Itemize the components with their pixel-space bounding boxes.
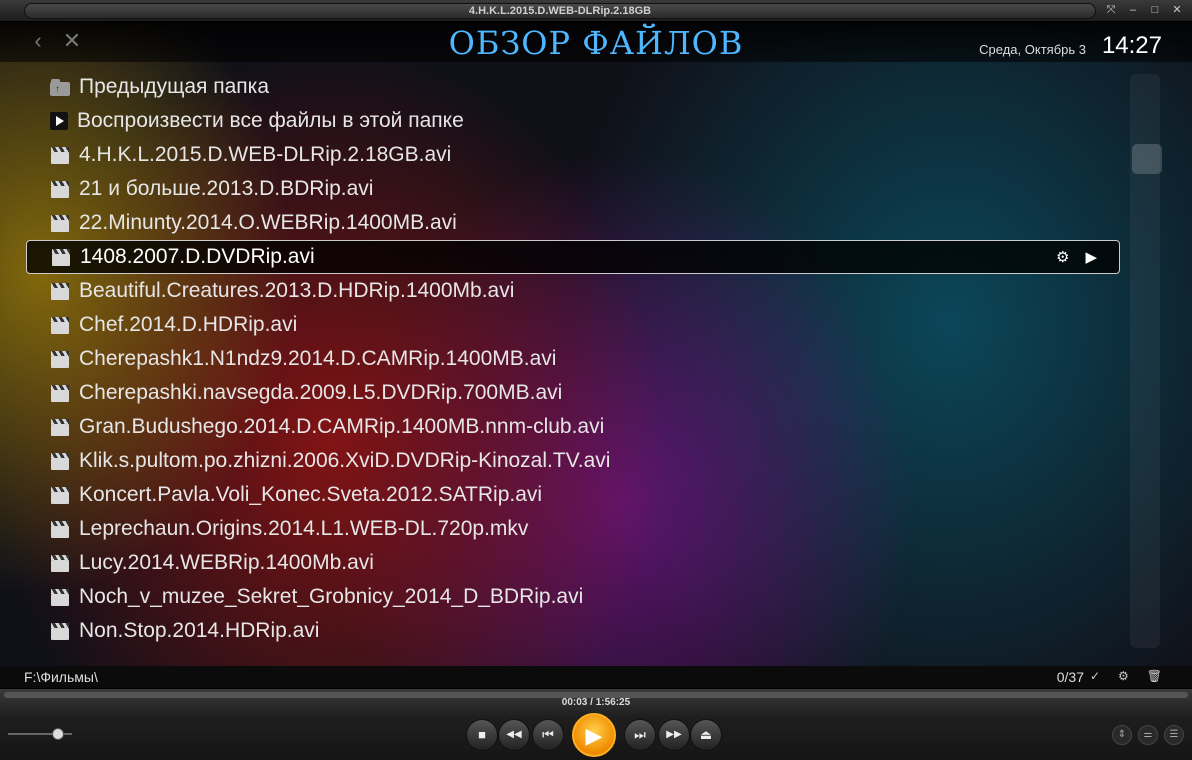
list-item-file[interactable]: 1408.2007.D.DVDRip.avi ⚙ ▶ <box>26 240 1120 274</box>
file-count: 0/37 <box>1056 669 1084 685</box>
list-item-file[interactable]: 22.Minunty.2014.O.WEBRip.1400MB.avi <box>26 206 1120 240</box>
file-name: Leprechaun.Origins.2014.L1.WEB-DL.720p.m… <box>79 517 529 540</box>
file-name: Beautiful.Creatures.2013.D.HDRip.1400Mb.… <box>79 279 515 302</box>
list-item-file[interactable]: Chef.2014.D.HDRip.avi <box>26 308 1120 342</box>
window-titlebar[interactable]: 4.H.K.L.2015.D.WEB-DLRip.2.18GB ⤧ – □ ✕ <box>0 0 1192 22</box>
fast-forward-button[interactable]: ▶▶ <box>658 719 690 751</box>
scrollbar[interactable] <box>1130 74 1162 648</box>
video-file-icon <box>50 384 70 402</box>
video-file-icon <box>50 452 70 470</box>
video-file-icon <box>50 520 70 538</box>
file-name: 1408.2007.D.DVDRip.avi <box>80 245 315 268</box>
file-name: Gran.Budushego.2014.D.CAMRip.1400MB.nnm-… <box>79 415 605 438</box>
file-browser: ‹ ✕ ОБЗОР ФАЙЛОВ Среда, Октябрь 3 14:27 … <box>0 22 1192 666</box>
list-item-file[interactable]: Leprechaun.Origins.2014.L1.WEB-DL.720p.m… <box>26 512 1120 546</box>
gear-icon[interactable]: ⚙ <box>1118 669 1129 683</box>
check-icon[interactable]: ✓ <box>1090 669 1100 683</box>
file-name: 4.H.K.L.2015.D.WEB-DLRip.2.18GB.avi <box>79 143 452 166</box>
list-item-file[interactable]: Lucy.2014.WEBRip.1400Mb.avi <box>26 546 1120 580</box>
trash-icon[interactable]: 🗑 <box>1147 669 1162 683</box>
list-item-file[interactable]: Non.Stop.2014.HDRip.avi <box>26 614 1120 648</box>
list-item-file[interactable]: 21 и больше.2013.D.BDRip.avi <box>26 172 1120 206</box>
video-file-icon <box>50 214 70 232</box>
video-file-icon <box>50 588 70 606</box>
video-file-icon <box>50 146 70 164</box>
fullscreen-icon[interactable]: ⤧ <box>1102 2 1120 19</box>
minimize-button[interactable]: – <box>1124 2 1142 19</box>
video-file-icon <box>50 486 70 504</box>
video-file-icon <box>50 554 70 572</box>
file-name: Non.Stop.2014.HDRip.avi <box>79 619 320 642</box>
status-bar: F:\Фильмы\ 0/37 ✓ ⚙ 🗑 <box>0 666 1192 688</box>
list-item-file[interactable]: Cherepashki.navsegda.2009.L5.DVDRip.700M… <box>26 376 1120 410</box>
open-file-button[interactable]: ⏏ <box>690 719 722 751</box>
video-file-icon <box>50 350 70 368</box>
current-path: F:\Фильмы\ <box>24 669 98 685</box>
list-item-file[interactable]: Koncert.Pavla.Voli_Konec.Sveta.2012.SATR… <box>26 478 1120 512</box>
next-button[interactable]: ⏭ <box>624 719 656 751</box>
date-label: Среда, Октябрь 3 <box>979 42 1086 57</box>
list-item-file[interactable]: 4.H.K.L.2015.D.WEB-DLRip.2.18GB.avi <box>26 138 1120 172</box>
scrollbar-thumb[interactable] <box>1132 144 1162 174</box>
file-name: 22.Minunty.2014.O.WEBRip.1400MB.avi <box>79 211 457 234</box>
stop-button[interactable]: ■ <box>466 719 498 751</box>
file-name: Cherepashki.navsegda.2009.L5.DVDRip.700M… <box>79 381 563 404</box>
list-item-file[interactable]: Beautiful.Creatures.2013.D.HDRip.1400Mb.… <box>26 274 1120 308</box>
video-file-icon <box>50 282 70 300</box>
time-readout: 00:03 / 1:56:25 <box>561 697 631 708</box>
rewind-button[interactable]: ◀◀ <box>498 719 530 751</box>
video-file-icon <box>50 180 70 198</box>
clock: 14:27 <box>1101 32 1162 59</box>
list-item-play-all[interactable]: Воспроизвести все файлы в этой папке <box>26 104 1120 138</box>
play-icon[interactable]: ▶ <box>1085 248 1097 266</box>
equalizer-icon[interactable]: ⚌ <box>1138 725 1158 745</box>
player-controls: 00:03 / 1:56:25 ■ ◀◀ ⏮ ▶ ⏭ ▶▶ ⏏ ⇕ ⚌ ☰ <box>0 688 1192 760</box>
play-button[interactable]: ▶ <box>572 713 616 757</box>
file-list: ↑ Предыдущая папка Воспроизвести все фай… <box>26 70 1120 648</box>
video-file-icon <box>50 418 70 436</box>
video-file-icon <box>51 248 71 266</box>
file-name: Koncert.Pavla.Voli_Konec.Sveta.2012.SATR… <box>79 483 543 506</box>
video-file-icon <box>50 622 70 640</box>
rotate-icon[interactable]: ⇕ <box>1112 725 1132 745</box>
file-name: Klik.s.pultom.po.zhizni.2006.XviD.DVDRip… <box>79 449 611 472</box>
file-name: 21 и больше.2013.D.BDRip.avi <box>79 177 374 200</box>
list-item-file[interactable]: Noch_v_muzee_Sekret_Grobnicy_2014_D_BDRi… <box>26 580 1120 614</box>
window-title: 4.H.K.L.2015.D.WEB-DLRip.2.18GB <box>24 3 1096 19</box>
file-name: Chef.2014.D.HDRip.avi <box>79 313 298 336</box>
list-item-label: Предыдущая папка <box>79 75 270 98</box>
file-name: Lucy.2014.WEBRip.1400Mb.avi <box>79 551 374 574</box>
list-item-file[interactable]: Cherepashk1.N1ndz9.2014.D.CAMRip.1400MB.… <box>26 342 1120 376</box>
list-item-file[interactable]: Klik.s.pultom.po.zhizni.2006.XviD.DVDRip… <box>26 444 1120 478</box>
folder-up-icon: ↑ <box>50 78 70 96</box>
close-window-button[interactable]: ✕ <box>1168 2 1186 19</box>
volume-knob[interactable] <box>52 728 64 740</box>
play-icon <box>50 112 68 130</box>
file-name: Cherepashk1.N1ndz9.2014.D.CAMRip.1400MB.… <box>79 347 557 370</box>
playlist-icon[interactable]: ☰ <box>1164 725 1184 745</box>
video-file-icon <box>50 316 70 334</box>
file-name: Noch_v_muzee_Sekret_Grobnicy_2014_D_BDRi… <box>79 585 584 608</box>
list-item-file[interactable]: Gran.Budushego.2014.D.CAMRip.1400MB.nnm-… <box>26 410 1120 444</box>
list-item-label: Воспроизвести все файлы в этой папке <box>77 109 464 132</box>
previous-button[interactable]: ⏮ <box>532 719 564 751</box>
gear-icon[interactable]: ⚙ <box>1056 248 1069 266</box>
maximize-button[interactable]: □ <box>1146 2 1164 19</box>
browser-header: ‹ ✕ ОБЗОР ФАЙЛОВ Среда, Октябрь 3 14:27 <box>0 22 1192 62</box>
list-item-parent-folder[interactable]: ↑ Предыдущая папка <box>26 70 1120 104</box>
